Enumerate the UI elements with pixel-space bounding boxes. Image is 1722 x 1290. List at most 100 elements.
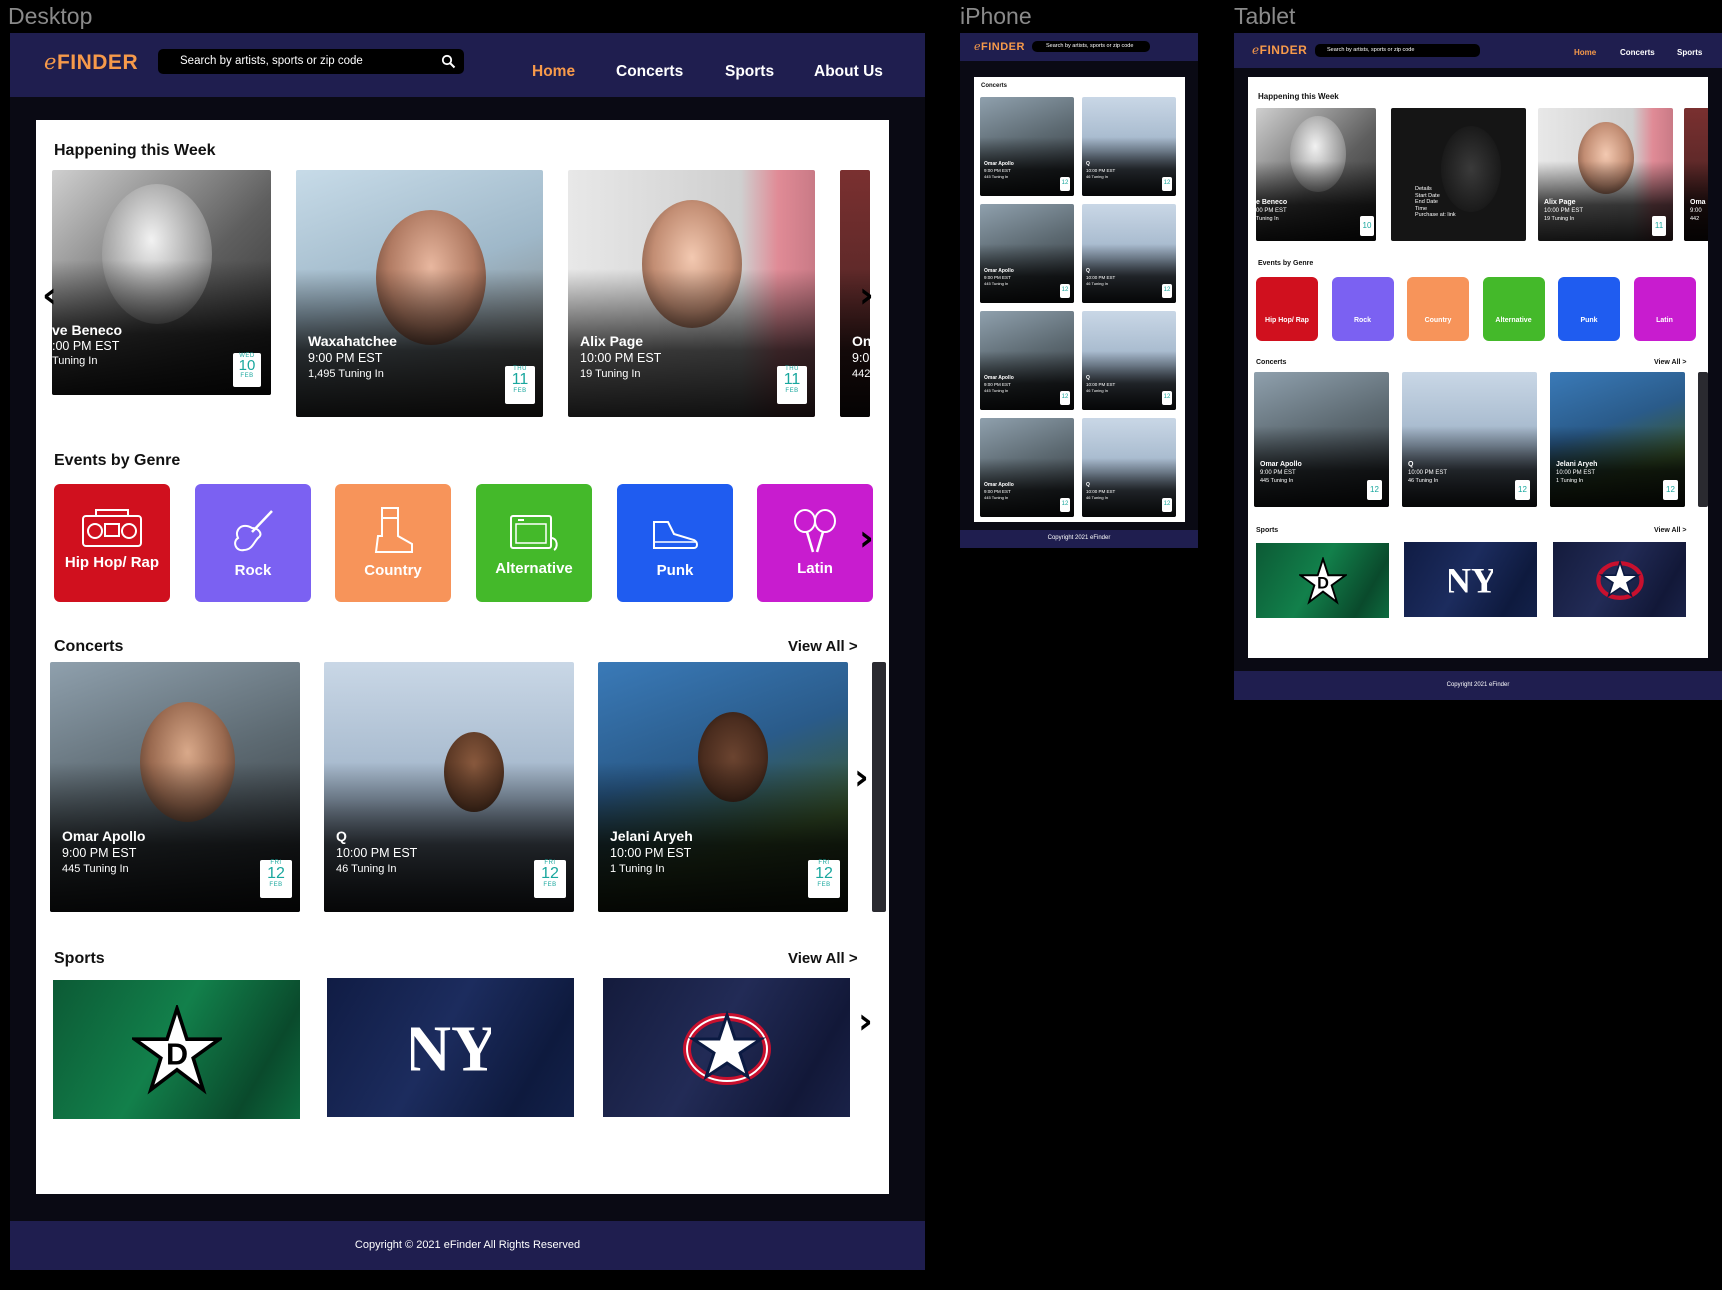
event-time: 10:00 PM EST (336, 846, 418, 860)
tablet-sports-card-yankees[interactable]: NY (1404, 542, 1537, 617)
tablet-event-card-details[interactable]: Details Start Date End Date Time Purchase at… (1391, 108, 1526, 241)
event-time: 10:00 PM EST (1086, 382, 1116, 387)
genre-next-arrow[interactable]: › (859, 518, 874, 559)
date-badge: 12 (1162, 177, 1172, 191)
tablet-genre-tile[interactable]: Alternative (1482, 277, 1545, 341)
tablet-genre-tile[interactable]: Latin (1633, 277, 1696, 341)
event-name: Q (1086, 482, 1090, 488)
nav-concerts[interactable]: Concerts (616, 63, 683, 81)
tablet-nav-sports[interactable]: Sports (1677, 48, 1702, 57)
date-badge: FRI 12 FEB (260, 860, 292, 898)
tablet-event-card[interactable]: e Beneco 00 PM EST Tuning In 10 (1256, 108, 1376, 241)
event-card[interactable]: ve Beneco :00 PM EST Tuning In WED 10 FEB (52, 170, 271, 395)
carousel-next-arrow[interactable]: › (859, 275, 874, 316)
tablet-genre-tile[interactable]: Country (1407, 277, 1469, 341)
tablet-section-genres: Events by Genre (1258, 260, 1314, 267)
iphone-concert-card[interactable]: Omar Apollo 9:00 PM EST 445 Tuning In 12 (980, 204, 1074, 303)
sports-card-blue-jackets[interactable] (603, 978, 850, 1117)
section-title-happening: Happening this Week (54, 142, 216, 159)
sports-next-arrow[interactable]: › (858, 1001, 873, 1042)
footer: Copyright © 2021 eFinder All Rights Rese… (10, 1221, 925, 1270)
iphone-concert-card[interactable]: Omar Apollo 9:00 PM EST 445 Tuning In 12 (980, 97, 1074, 196)
iphone-footer: Copyright 2021 eFinder (960, 530, 1198, 548)
event-name: Q (1086, 161, 1090, 167)
tablet-nav-concerts[interactable]: Concerts (1620, 48, 1655, 57)
nav-sports[interactable]: Sports (725, 63, 774, 81)
sports-card-yankees[interactable]: NY (327, 978, 574, 1117)
cowboy-boot-icon (374, 507, 413, 553)
genre-alternative[interactable]: Alternative (476, 484, 592, 602)
tablet-concert-card[interactable]: Jelani Aryeh 10:00 PM EST 1 Tuning In 12 (1550, 372, 1685, 507)
logo[interactable]: eFINDER (44, 50, 138, 75)
genre-country[interactable]: Country (335, 484, 451, 602)
tablet-sports-card-stars[interactable]: D (1256, 543, 1389, 618)
tablet-nav-home[interactable]: Home (1574, 48, 1596, 57)
genre-punk[interactable]: Punk (617, 484, 733, 602)
tablet-genre-tile[interactable]: Rock (1331, 277, 1394, 341)
tablet-genre-tile[interactable]: Punk (1558, 277, 1620, 341)
event-tuning: 46 Tuning In (1086, 495, 1109, 500)
search-icon[interactable] (441, 54, 456, 69)
event-tuning: 1 Tuning In (1556, 478, 1584, 484)
iphone-logo[interactable]: eFINDER (974, 40, 1025, 53)
concert-card[interactable]: Jelani Aryeh 10:00 PM EST 1 Tuning In FR… (598, 662, 848, 912)
iphone-concert-card[interactable]: Omar Apollo 9:00 PM EST 445 Tuning In 12 (980, 311, 1074, 410)
sports-view-all-link[interactable]: View All > (788, 950, 858, 967)
tablet-sports-card-blue-jackets[interactable] (1553, 542, 1686, 617)
yankees-logo-icon: NY (1449, 560, 1493, 600)
iphone-concert-card[interactable]: Omar Apollo 9:00 PM EST 445 Tuning In 12 (980, 418, 1074, 517)
search-input[interactable]: Search by artists, sports or zip code (158, 49, 464, 74)
tablet-concert-card[interactable]: Omar Apollo 9:00 PM EST 445 Tuning In 12 (1254, 372, 1389, 507)
tablet-logo[interactable]: eFINDER (1252, 43, 1307, 57)
date-badge: 12 (1515, 480, 1530, 500)
event-card[interactable]: Waxahatchee 9:00 PM EST 1,495 Tuning In … (296, 170, 543, 417)
iphone-search-input[interactable]: Search by artists, sports or zip code (1032, 41, 1150, 52)
iphone-concert-card[interactable]: Q 10:00 PM EST 46 Tuning In 12 (1082, 97, 1176, 196)
stars-logo-icon: D (1298, 556, 1347, 605)
tablet-concert-card[interactable]: Q 10:00 PM EST 46 Tuning In 12 (1402, 372, 1537, 507)
concert-card[interactable]: Omar Apollo 9:00 PM EST 445 Tuning In FR… (50, 662, 300, 912)
genre-label: Country (1424, 317, 1452, 324)
event-card[interactable]: Alix Page 10:00 PM EST 19 Tuning In THU 1… (568, 170, 815, 417)
date-badge: THU 11 FEB (777, 366, 807, 404)
date-badge: THU 11 FEB (505, 366, 535, 404)
genre-rock[interactable]: Rock (195, 484, 311, 602)
event-tuning: 445 Tuning In (62, 863, 129, 875)
event-name: Jelani Aryeh (1556, 461, 1598, 468)
genre-hiphop[interactable]: Hip Hop/ Rap (54, 484, 170, 602)
event-name: ve Beneco (52, 322, 123, 338)
tablet-concerts-view-all[interactable]: View All > (1654, 359, 1687, 366)
event-tuning: 442 (852, 368, 870, 380)
iphone-concert-card[interactable]: Q 10:00 PM EST 46 Tuning In 12 (1082, 311, 1176, 410)
event-tuning: 1,495 Tuning In (308, 368, 384, 380)
concerts-view-all-link[interactable]: View All > (788, 638, 858, 655)
guitar-icon (234, 510, 273, 552)
tablet-event-card[interactable]: Alix Page 10:00 PM EST 19 Tuning In 11 (1538, 108, 1673, 241)
frame-label-desktop: Desktop (8, 3, 93, 29)
date-badge: 12 (1162, 391, 1172, 405)
nav-about[interactable]: About Us (814, 63, 883, 81)
concert-card[interactable]: Q 10:00 PM EST 46 Tuning In FRI 12 FEB (324, 662, 574, 912)
iphone-panel: Concerts Omar Apollo 9:00 PM EST 445 Tun… (974, 77, 1185, 522)
genre-label: Hip Hop/ Rap (64, 554, 160, 571)
date-badge: 10 (1360, 216, 1374, 236)
event-time: 9:00 PM EST (62, 846, 137, 860)
event-name: Omar Apollo (984, 375, 1014, 381)
tablet-footer: Copyright 2021 eFinder (1234, 671, 1722, 700)
concerts-next-arrow[interactable]: › (854, 757, 869, 798)
sports-card-dallas-stars[interactable]: D (53, 980, 300, 1119)
concert-card-partial[interactable] (872, 662, 886, 912)
genre-label: Alternative (1495, 317, 1532, 324)
tablet-search-input[interactable]: Search by artists, sports or zip code (1315, 44, 1480, 57)
genre-latin[interactable]: Latin (757, 484, 873, 602)
tablet-genre-tile[interactable]: Hip Hop/ Rap (1256, 277, 1318, 341)
section-title-concerts: Concerts (54, 638, 124, 655)
carousel-prev-arrow[interactable]: ‹ (42, 275, 57, 316)
nav-home[interactable]: Home (532, 63, 575, 81)
iphone-concert-card[interactable]: Q 10:00 PM EST 46 Tuning In 12 (1082, 204, 1176, 303)
svg-text:D: D (165, 1037, 187, 1071)
tablet-event-card-partial[interactable]: Oma 9:00 442 (1684, 108, 1708, 241)
event-time: 9:00 PM EST (984, 168, 1011, 173)
tablet-sports-view-all[interactable]: View All > (1654, 527, 1687, 534)
iphone-concert-card[interactable]: Q 10:00 PM EST 46 Tuning In 12 (1082, 418, 1176, 517)
